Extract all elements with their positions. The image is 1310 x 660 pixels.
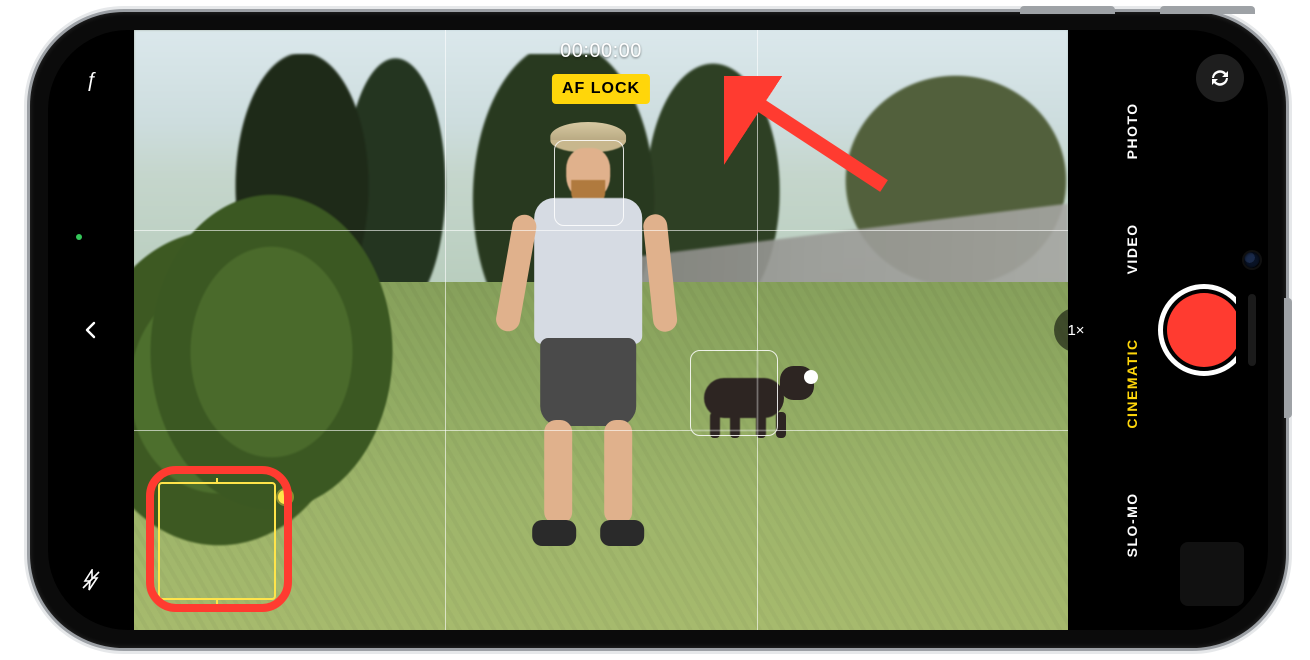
- focus-box-dog[interactable]: [690, 350, 778, 436]
- f-stop-icon: ƒ: [85, 69, 96, 92]
- zoom-level-button[interactable]: 1×: [1054, 308, 1098, 352]
- focus-box-face[interactable]: [554, 140, 624, 226]
- recording-timer: 00:00:00: [560, 40, 642, 63]
- chevron-left-icon: [82, 321, 100, 339]
- mode-cinematic[interactable]: CINEMATIC: [1124, 338, 1140, 428]
- camera-mode-strip[interactable]: PHOTO VIDEO CINEMATIC SLO-MO: [1124, 102, 1140, 557]
- last-capture-thumbnail[interactable]: [1180, 542, 1244, 606]
- camera-viewfinder[interactable]: 00:00:00 AF LOCK: [134, 30, 1068, 630]
- mode-photo[interactable]: PHOTO: [1124, 102, 1140, 159]
- flip-camera-button[interactable]: [1196, 54, 1244, 102]
- dog-ball: [804, 370, 818, 384]
- af-lock-badge: AF LOCK: [552, 74, 650, 104]
- annotation-highlight-box: [146, 466, 292, 612]
- back-button[interactable]: [69, 308, 113, 352]
- depth-control-button[interactable]: ƒ: [69, 58, 113, 102]
- iphone-device-frame: 00:00:00 AF LOCK ƒ: [30, 12, 1286, 648]
- mode-video[interactable]: VIDEO: [1124, 223, 1140, 274]
- mode-slomo[interactable]: SLO-MO: [1124, 493, 1140, 558]
- device-notch: [1236, 220, 1268, 440]
- flip-camera-icon: [1207, 65, 1233, 91]
- zoom-level-label: 1×: [1067, 322, 1084, 339]
- screen: 00:00:00 AF LOCK ƒ: [48, 30, 1268, 630]
- record-indicator-icon: [1167, 293, 1241, 367]
- camera-active-indicator: [76, 234, 82, 240]
- flash-toggle-button[interactable]: [69, 558, 113, 602]
- front-camera-lens: [1244, 252, 1260, 268]
- flash-off-icon: [80, 569, 102, 591]
